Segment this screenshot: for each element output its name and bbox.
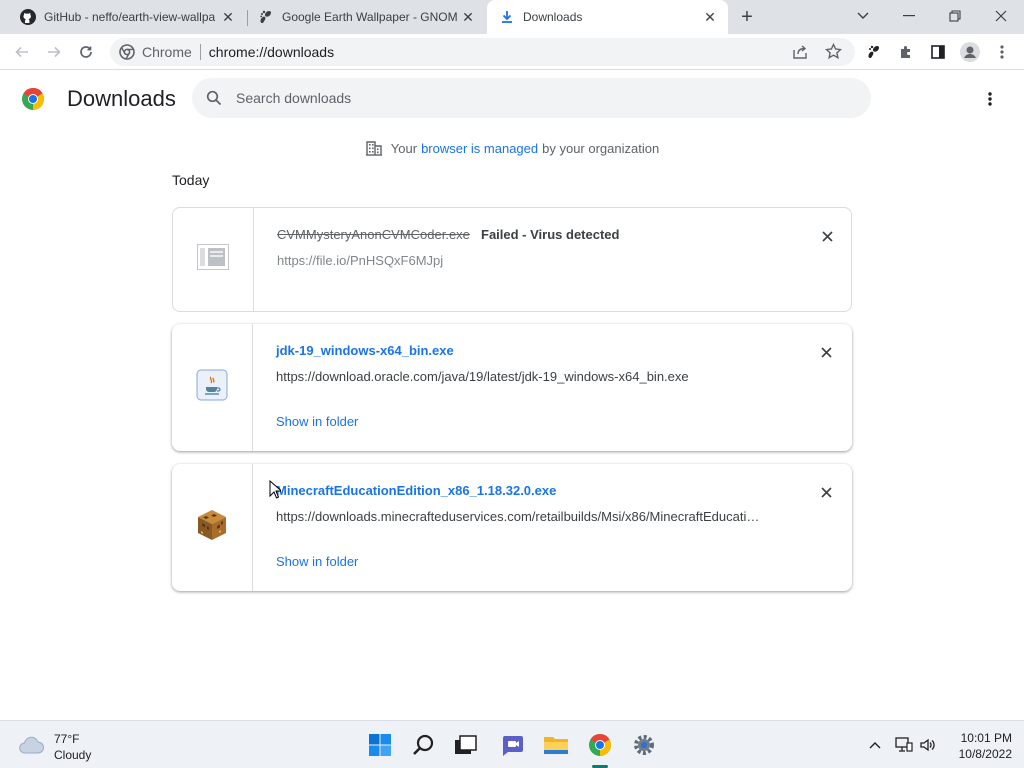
close-icon[interactable]: ✕ (702, 9, 718, 25)
tab-search-icon[interactable] (840, 0, 886, 32)
file-explorer-icon[interactable] (540, 729, 572, 761)
start-icon[interactable] (364, 729, 396, 761)
file-name: CVMMysteryAnonCVMCoder.exe (277, 227, 470, 242)
minimize-button[interactable] (886, 0, 932, 32)
search-icon (204, 88, 224, 108)
star-icon[interactable] (824, 42, 843, 63)
close-icon[interactable]: ✕ (220, 9, 236, 25)
restore-button[interactable] (932, 0, 978, 32)
file-name-link[interactable]: jdk-19_windows-x64_bin.exe (276, 343, 454, 358)
managed-notice: Your browser is managed by your organiza… (0, 139, 1024, 157)
mouse-cursor-icon (269, 479, 283, 504)
tab-downloads[interactable]: Downloads ✕ (487, 0, 728, 34)
download-item: CVMMysteryAnonCVMCoder.exe Failed - Viru… (172, 207, 852, 312)
file-url: https://file.io/PnHSQxF6MJpj (277, 253, 444, 268)
remove-close-icon[interactable] (816, 482, 836, 502)
extensions-icon[interactable] (894, 40, 918, 64)
gnome-icon (258, 9, 274, 25)
tab-strip: GitHub - neffo/earth-view-wallpa ✕ Googl… (0, 0, 1024, 34)
search-input[interactable] (236, 90, 836, 106)
more-actions-icon[interactable] (980, 87, 1000, 111)
date-group-label: Today (172, 172, 210, 188)
gnome-extension-icon[interactable] (862, 40, 886, 64)
new-tab-button[interactable]: + (735, 5, 759, 29)
tab-label: GitHub - neffo/earth-view-wallpa (44, 10, 216, 24)
tab-label: Google Earth Wallpaper - GNOM (282, 10, 458, 24)
omnibox-site-label: Chrome (142, 44, 192, 60)
download-item: jdk-19_windows-x64_bin.exe https://downl… (172, 324, 852, 451)
search-taskbar-icon[interactable] (408, 729, 440, 761)
settings-gear-icon[interactable] (628, 729, 660, 761)
side-panel-icon[interactable] (926, 40, 950, 64)
omnibox[interactable]: Chrome chrome://downloads (110, 38, 855, 66)
file-icon-cell (172, 324, 253, 451)
remove-close-icon[interactable] (816, 342, 836, 362)
chevron-up-icon[interactable] (866, 733, 884, 757)
downloads-header: Downloads (0, 70, 1024, 128)
close-icon[interactable]: ✕ (460, 9, 476, 25)
weather-temp: 77°F (54, 732, 80, 746)
browser-toolbar: Chrome chrome://downloads (0, 34, 1024, 70)
chrome-taskbar-icon[interactable] (584, 729, 616, 761)
tab-gnome[interactable]: Google Earth Wallpaper - GNOM ✕ (238, 0, 486, 34)
clock-time: 10:01 PM (960, 731, 1012, 745)
close-window-button[interactable] (978, 0, 1024, 32)
omnibox-url[interactable]: chrome://downloads (209, 44, 334, 60)
show-in-folder-link[interactable]: Show in folder (276, 554, 358, 569)
page-title: Downloads (67, 86, 176, 111)
cloud-icon (18, 735, 44, 760)
file-url: https://downloads.minecrafteduservices.c… (276, 509, 760, 524)
tab-github[interactable]: GitHub - neffo/earth-view-wallpa ✕ (0, 0, 246, 34)
building-icon (365, 139, 383, 157)
file-name-link[interactable]: MinecraftEducationEdition_x86_1.18.32.0.… (276, 483, 556, 498)
managed-prefix: Your (390, 140, 418, 156)
minecraft-icon (197, 509, 227, 546)
download-status: Failed - Virus detected (481, 227, 620, 242)
teams-chat-icon[interactable] (496, 729, 528, 761)
weather-widget[interactable]: 77°F Cloudy (18, 731, 91, 763)
weather-desc: Cloudy (54, 748, 92, 762)
browser-managed-link[interactable]: browser is managed (421, 141, 538, 156)
profile-avatar[interactable] (958, 40, 982, 64)
taskbar: 77°F Cloudy 10:01 PM 10/8/2022 (0, 720, 1024, 768)
file-icon (197, 244, 229, 275)
reload-button[interactable] (74, 40, 98, 64)
download-icon (499, 9, 515, 25)
remove-close-icon[interactable] (817, 226, 837, 246)
file-url: https://download.oracle.com/java/19/late… (276, 369, 689, 384)
share-icon[interactable] (792, 44, 808, 63)
volume-icon[interactable] (918, 733, 938, 757)
system-clock[interactable]: 10:01 PM 10/8/2022 (940, 730, 1012, 762)
chrome-icon (119, 44, 135, 63)
task-view-icon[interactable] (450, 729, 482, 761)
file-icon-cell (172, 464, 253, 591)
back-button[interactable] (10, 40, 34, 64)
search-box[interactable] (192, 78, 871, 118)
github-icon (20, 9, 36, 25)
clock-date: 10/8/2022 (958, 747, 1012, 761)
show-in-folder-link[interactable]: Show in folder (276, 414, 358, 429)
managed-suffix: by your organization (542, 140, 660, 156)
java-icon (196, 369, 228, 406)
chrome-logo-icon (21, 87, 45, 111)
file-icon-cell (173, 208, 254, 311)
forward-button[interactable] (42, 40, 66, 64)
omnibox-divider (199, 44, 201, 60)
chrome-menu-icon[interactable] (990, 40, 1014, 64)
network-icon[interactable] (894, 733, 914, 757)
tab-label: Downloads (523, 10, 583, 24)
